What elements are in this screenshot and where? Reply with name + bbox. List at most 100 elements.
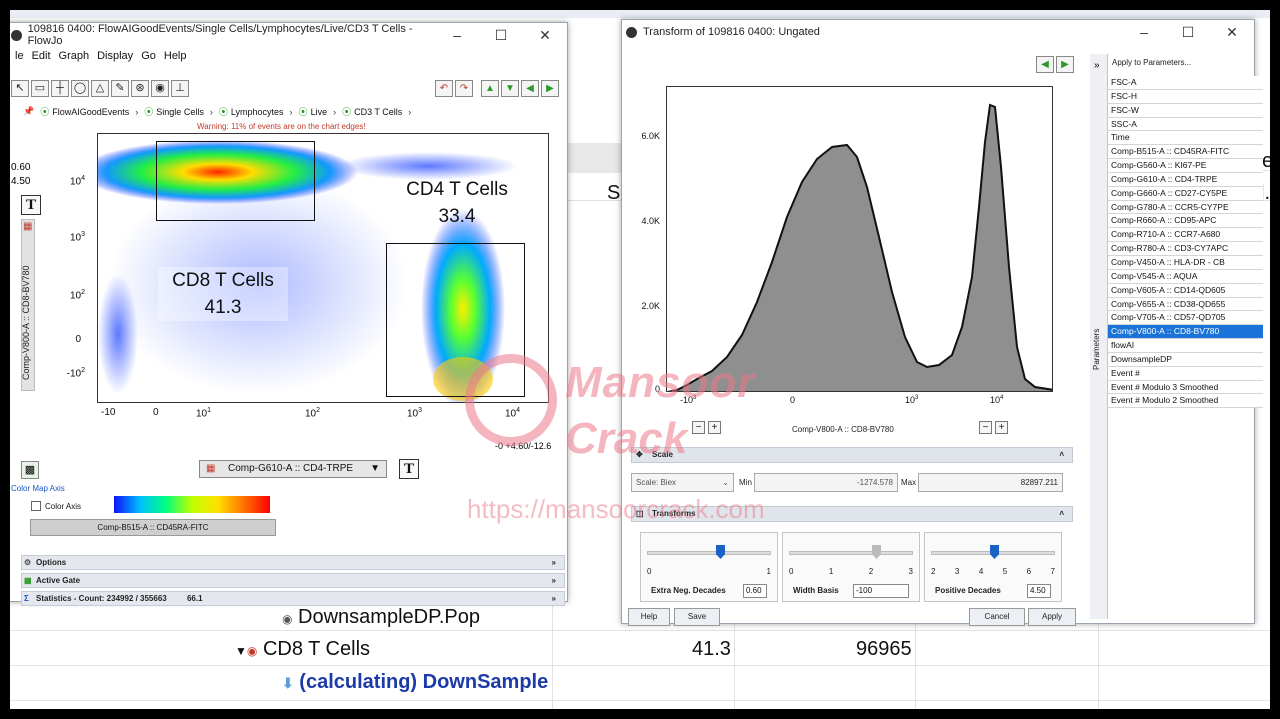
close-button[interactable]: ✕ xyxy=(523,27,567,44)
scale-section-header[interactable]: ✥ Scale ˄ xyxy=(631,447,1073,463)
scale-type-select[interactable]: Scale: Biex ⌄ xyxy=(631,473,734,492)
cancel-button[interactable]: Cancel xyxy=(969,608,1025,626)
list-item[interactable]: Comp-G610-A :: CD4-TRPE xyxy=(1108,172,1263,187)
menu-help[interactable]: Help xyxy=(164,50,187,62)
panel-statistics[interactable]: Statistics - Count: 234992 / 355663 66.1… xyxy=(21,591,565,606)
list-item[interactable]: Comp-G660-A :: CD27-CY5PE xyxy=(1108,186,1263,201)
layout-icon[interactable]: ▩ xyxy=(21,461,39,479)
list-item[interactable]: DownsampleDP xyxy=(1108,352,1263,367)
list-item[interactable]: flowAI xyxy=(1108,339,1263,353)
down-arrow-icon[interactable]: ▼ xyxy=(501,80,519,97)
panel-active-gate[interactable]: Active Gate» ▦ xyxy=(21,573,565,588)
spider-tool-icon[interactable]: ⊛ xyxy=(131,80,149,97)
list-item[interactable]: FSC-A xyxy=(1108,76,1263,90)
color-axis-checkbox[interactable]: Color Axis xyxy=(31,501,81,511)
list-item[interactable]: Comp-V605-A :: CD14-QD605 xyxy=(1108,283,1263,298)
slider-value-input[interactable]: 4.50 xyxy=(1027,584,1051,598)
list-item[interactable]: Comp-V705-A :: CD57-QD705 xyxy=(1108,311,1263,326)
arrow-tool-icon[interactable]: ↖ xyxy=(11,80,29,97)
list-item[interactable]: SSC-A xyxy=(1108,117,1263,132)
list-item[interactable]: FSC-H xyxy=(1108,89,1263,104)
list-item[interactable]: FSC-W xyxy=(1108,103,1263,118)
gate-top[interactable] xyxy=(156,141,315,221)
text-tool-button[interactable]: T xyxy=(21,195,41,215)
checkbox[interactable] xyxy=(31,501,41,511)
zoom-out-button[interactable]: − xyxy=(979,421,992,434)
menu-display[interactable]: Display xyxy=(97,50,133,62)
menu-edit[interactable]: Edit xyxy=(32,50,51,62)
help-button[interactable]: Help xyxy=(628,608,670,626)
list-item[interactable]: Comp-B515-A :: CD45RA-FITC xyxy=(1108,145,1263,160)
list-item[interactable]: Time xyxy=(1108,131,1263,146)
min-label: Min xyxy=(739,478,752,487)
list-item[interactable]: Comp-R710-A :: CCR7-A680 xyxy=(1108,228,1263,243)
text-tool-button[interactable]: T xyxy=(399,459,419,479)
minimize-button[interactable]: – xyxy=(1122,24,1166,41)
breadcrumb-item[interactable]: FlowAIGoodEvents xyxy=(40,105,129,118)
dot-plot[interactable]: CD4 T Cells 33.4 CD8 T Cells 41.3 xyxy=(97,133,549,403)
rectangle-tool-icon[interactable]: ▭ xyxy=(31,80,49,97)
list-item[interactable]: Event # xyxy=(1108,366,1263,381)
max-input[interactable]: 82897.211 xyxy=(918,473,1063,492)
list-item[interactable]: Comp-V450-A :: HLA-DR - CB xyxy=(1108,255,1263,270)
list-item[interactable]: Event # Modulo 2 Smoothed xyxy=(1108,394,1263,409)
table-row[interactable]: ⬇ (calculating) DownSample xyxy=(282,671,548,694)
extra-neg-decades-slider[interactable]: 01 Extra Neg. Decades 0.60 xyxy=(640,532,778,602)
undo-icon[interactable]: ↶ xyxy=(435,80,453,97)
list-item[interactable]: Comp-G780-A :: CCR5-CY7PE xyxy=(1108,200,1263,215)
slider-value-input[interactable]: -100 xyxy=(853,584,909,598)
zoom-in-button[interactable]: + xyxy=(995,421,1008,434)
right-arrow-icon[interactable]: ▶ xyxy=(541,80,559,97)
list-item[interactable]: Event # Modulo 3 Smoothed xyxy=(1108,380,1263,395)
zoom-out-button[interactable]: − xyxy=(692,421,705,434)
slider-value-input[interactable]: 0.60 xyxy=(743,584,767,598)
ellipse-tool-icon[interactable]: ◯ xyxy=(71,80,89,97)
list-item[interactable]: Comp-V545-A :: AQUA xyxy=(1108,269,1263,284)
left-arrow-icon[interactable]: ◀ xyxy=(1036,56,1054,73)
menu-file[interactable]: le xyxy=(15,50,24,62)
list-item[interactable]: Comp-R660-A :: CD95-APC xyxy=(1108,214,1263,229)
menu-go[interactable]: Go xyxy=(141,50,156,62)
up-arrow-icon[interactable]: ▲ xyxy=(481,80,499,97)
table-row[interactable]: ◉ DownsampleDP.Pop xyxy=(282,606,480,629)
histogram-plot[interactable] xyxy=(666,86,1053,392)
close-button[interactable]: ✕ xyxy=(1210,24,1254,41)
left-arrow-icon[interactable]: ◀ xyxy=(521,80,539,97)
redo-icon[interactable]: ↷ xyxy=(455,80,473,97)
width-basis-slider[interactable]: 0123 Width Basis -100 xyxy=(782,532,920,602)
list-item[interactable]: Comp-G560-A :: KI67-PE xyxy=(1108,159,1263,173)
breadcrumb-item[interactable]: Lymphocytes xyxy=(219,105,284,118)
slider-thumb[interactable] xyxy=(716,545,725,559)
x-axis-selector[interactable]: Comp-G610-A :: CD4-TRPE ▦ ▼ xyxy=(199,460,387,478)
zoom-in-button[interactable]: + xyxy=(708,421,721,434)
slider-thumb[interactable] xyxy=(872,545,881,559)
auto-gate-tool-icon[interactable]: ◉ xyxy=(151,80,169,97)
freehand-tool-icon[interactable]: ✎ xyxy=(111,80,129,97)
quadrant-tool-icon[interactable]: ┼ xyxy=(51,80,69,97)
maximize-button[interactable]: ☐ xyxy=(479,27,523,44)
apply-button[interactable]: Apply xyxy=(1028,608,1076,626)
positive-decades-slider[interactable]: 234567 Positive Decades 4.50 xyxy=(924,532,1062,602)
maximize-button[interactable]: ☐ xyxy=(1166,24,1210,41)
list-item[interactable]: Comp-R780-A :: CD3-CY7APC xyxy=(1108,242,1263,256)
list-item[interactable]: Comp-V655-A :: CD38-QD655 xyxy=(1108,297,1263,312)
y-tick-label: 102 xyxy=(69,289,85,302)
save-button[interactable]: Save xyxy=(674,608,720,626)
polygon-tool-icon[interactable]: △ xyxy=(91,80,109,97)
breadcrumb-item[interactable]: Single Cells xyxy=(144,105,204,118)
minimize-button[interactable]: – xyxy=(435,27,479,44)
gate-cd4[interactable] xyxy=(386,243,525,397)
color-map-parameter-button[interactable]: Comp-B515-A :: CD45RA-FITC xyxy=(30,519,276,536)
list-item-selected[interactable]: Comp-V800-A :: CD8-BV780 xyxy=(1108,325,1263,340)
panel-options[interactable]: Options» ⚙ xyxy=(21,555,565,570)
breadcrumb-item[interactable]: Live xyxy=(299,105,328,118)
split-gate-tool-icon[interactable]: ⊥ xyxy=(171,80,189,97)
transforms-section-header[interactable]: ◫ Transforms ˄ xyxy=(631,506,1073,522)
table-row[interactable]: ▼◉ CD8 T Cells xyxy=(235,638,370,661)
expand-icon[interactable]: » xyxy=(1094,60,1100,71)
breadcrumb-item[interactable]: CD3 T Cells xyxy=(342,105,402,118)
min-input[interactable]: -1274.578 xyxy=(754,473,898,492)
slider-thumb[interactable] xyxy=(990,545,999,559)
right-arrow-icon[interactable]: ▶ xyxy=(1056,56,1074,73)
menu-graph[interactable]: Graph xyxy=(59,50,90,62)
